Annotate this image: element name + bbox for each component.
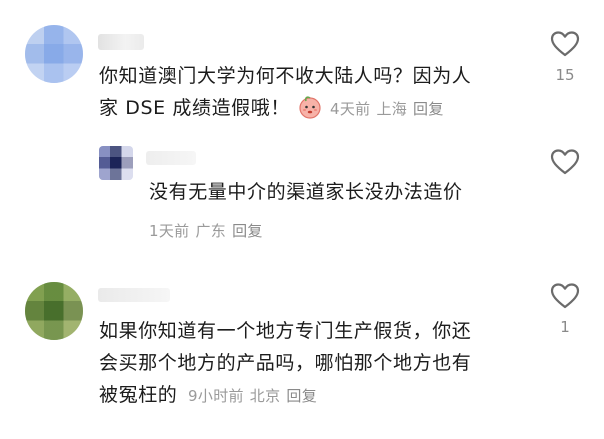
avatar[interactable] xyxy=(25,282,83,340)
like-button[interactable]: 15 xyxy=(547,30,583,84)
comment-text-line: 被冤枉的 9小时前 北京 回复 xyxy=(99,379,539,412)
reply-button[interactable]: 回复 xyxy=(232,222,263,240)
reply-button[interactable]: 回复 xyxy=(286,387,317,405)
avatar[interactable] xyxy=(25,25,83,83)
reply-button[interactable]: 回复 xyxy=(413,100,444,118)
comment-text: 你知道澳门大学为何不收大陆人吗？因为人 家 DSE 成绩造假哦！ 4天前 上海 回复 xyxy=(99,60,539,125)
comment-text-line: 家 DSE 成绩造假哦！ 4天前 上海 回复 xyxy=(99,92,539,125)
comment-text-line: 你知道澳门大学为何不收大陆人吗？因为人 xyxy=(99,65,472,87)
peach-face-emoji-icon xyxy=(299,96,321,119)
reply-item: 没有无量中介的渠道家长没办法造价 1天前 广东 回复 xyxy=(0,140,604,260)
comment-meta: 1天前 广东 回复 xyxy=(149,220,269,241)
comment-meta: 9小时前 北京 回复 xyxy=(188,387,323,405)
comment-text: 如果你知道有一个地方专门生产假货，你还 会买那个地方的产品吗，哪怕那个地方也有 … xyxy=(99,315,539,412)
comment-text-line: 会买那个地方的产品吗，哪怕那个地方也有 xyxy=(99,352,472,374)
comment-location: 上海 xyxy=(376,100,408,118)
avatar[interactable] xyxy=(99,146,133,180)
like-button[interactable]: 1 xyxy=(547,282,583,336)
like-button[interactable] xyxy=(547,148,583,176)
like-count: 1 xyxy=(560,318,570,336)
comment-meta: 4天前 上海 回复 xyxy=(330,100,450,118)
comment-location: 广东 xyxy=(195,222,227,240)
comment-time: 9小时前 xyxy=(188,387,244,405)
heart-outline-icon xyxy=(550,31,580,57)
comment-time: 1天前 xyxy=(149,222,190,240)
like-count: 15 xyxy=(555,66,575,84)
comment-text-fragment: 家 DSE 成绩造假哦！ xyxy=(99,97,290,119)
comment-text-line: 如果你知道有一个地方专门生产假货，你还 xyxy=(99,320,472,342)
username-blurred[interactable] xyxy=(146,151,196,165)
heart-outline-icon xyxy=(550,149,580,175)
comment-location: 北京 xyxy=(249,387,281,405)
comment-list: 你知道澳门大学为何不收大陆人吗？因为人 家 DSE 成绩造假哦！ 4天前 上海 回复… xyxy=(0,0,604,439)
comment-text: 没有无量中介的渠道家长没办法造价 xyxy=(149,176,539,208)
comment-text-line: 没有无量中介的渠道家长没办法造价 xyxy=(149,181,463,203)
comment-item: 如果你知道有一个地方专门生产假货，你还 会买那个地方的产品吗，哪怕那个地方也有 … xyxy=(0,260,604,439)
comment-time: 4天前 xyxy=(329,100,371,118)
comment-text-fragment: 被冤枉的 xyxy=(99,384,178,406)
username-blurred[interactable] xyxy=(98,288,170,302)
username-blurred[interactable] xyxy=(98,34,144,50)
heart-outline-icon xyxy=(550,283,580,309)
comment-item: 你知道澳门大学为何不收大陆人吗？因为人 家 DSE 成绩造假哦！ 4天前 上海 回复… xyxy=(0,0,604,140)
